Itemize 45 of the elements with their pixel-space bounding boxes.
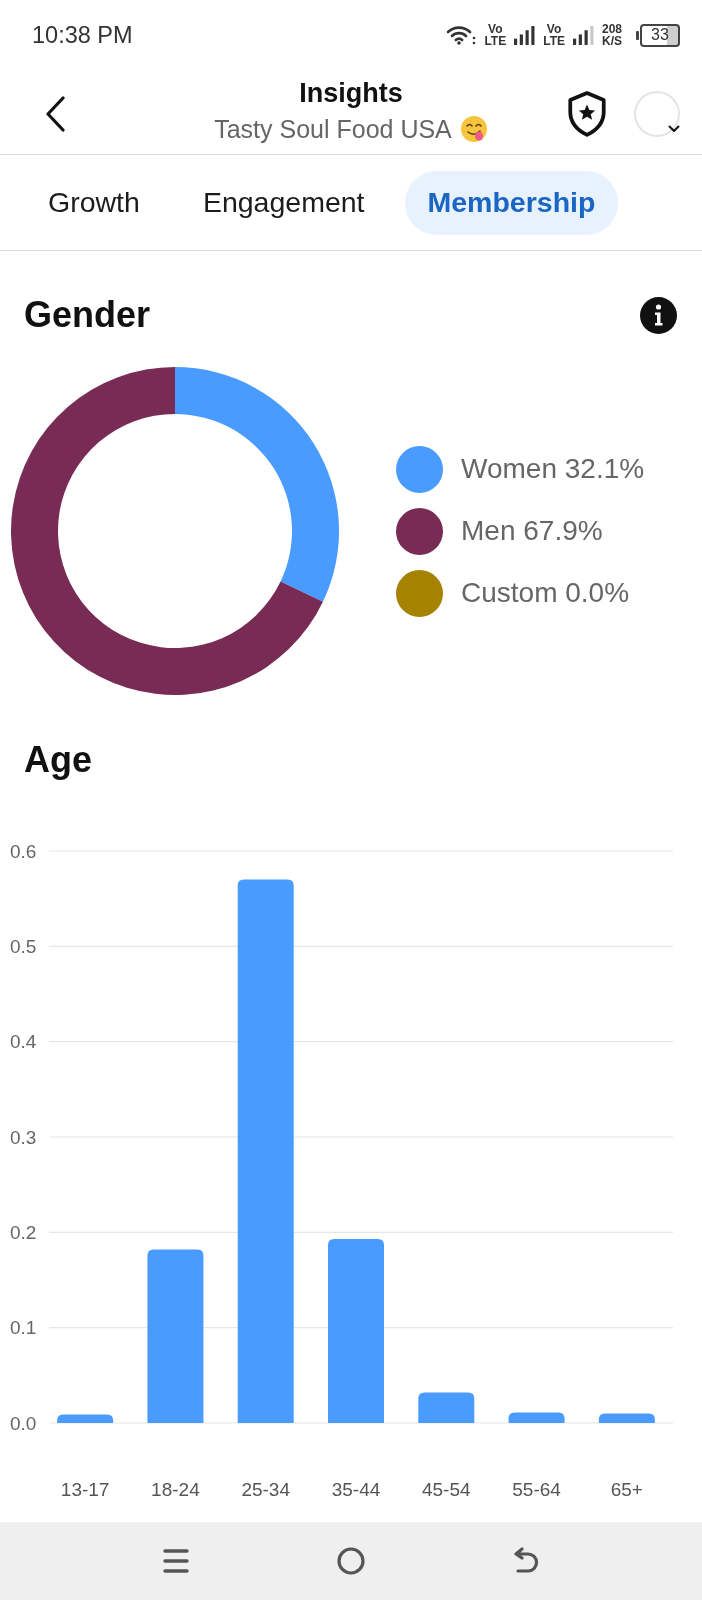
network-type-label: Vo LTE: [543, 23, 565, 47]
axis-category-label: 18-24: [151, 1479, 200, 1500]
shield-star-icon[interactable]: [567, 91, 607, 137]
axis-tick-label: 0.4: [10, 1031, 37, 1053]
info-icon[interactable]: [640, 296, 677, 334]
tab[interactable]: Growth: [25, 170, 163, 235]
axis-category-label: 65+: [610, 1479, 643, 1500]
bar: [508, 1412, 565, 1423]
axis-category-label: 25-34: [241, 1479, 290, 1500]
menu-icon[interactable]: [162, 1548, 189, 1574]
bar: [418, 1392, 475, 1423]
legend-label: Men 67.9%: [461, 515, 603, 547]
page-subtitle: Tasty Soul Food USA: [214, 114, 452, 144]
signal-icon: [572, 25, 594, 45]
bar: [598, 1413, 655, 1423]
legend-label: Custom 0.0%: [461, 577, 630, 609]
tab[interactable]: Engagement: [179, 170, 388, 235]
wifi-icon: [446, 25, 477, 45]
profile-switcher[interactable]: [634, 91, 680, 137]
status-time: 10:38 PM: [32, 21, 133, 49]
back-arrow-icon[interactable]: [513, 1547, 540, 1575]
axis-category-label: 35-44: [331, 1479, 381, 1500]
home-circle-icon[interactable]: [337, 1547, 365, 1575]
network-type-label: Vo LTE: [484, 23, 507, 47]
caret-icon: [668, 125, 680, 133]
smiling-face-icon: [459, 115, 488, 143]
signal-icon: [514, 25, 536, 45]
axis-tick-label: 0.0: [10, 1412, 37, 1434]
axis-category-label: 45-54: [422, 1479, 471, 1500]
tab[interactable]: Membership: [404, 170, 619, 235]
section-heading: Age: [24, 739, 92, 781]
network-speed-label: 208 K/S: [601, 23, 622, 47]
page-title: Insights: [299, 77, 403, 110]
bar: [57, 1414, 114, 1423]
axis-tick-label: 0.1: [10, 1317, 37, 1339]
axis-tick-label: 0.5: [10, 935, 37, 957]
axis-category-label: 13-17: [60, 1479, 110, 1500]
avatar-icon: [634, 91, 680, 137]
back-icon[interactable]: [45, 96, 65, 132]
legend-label: Women 32.1%: [461, 453, 645, 485]
axis-tick-label: 0.3: [10, 1126, 37, 1148]
axis-tick-label: 0.6: [10, 840, 37, 862]
axis-category-label: 55-64: [512, 1479, 561, 1500]
axis-tick-label: 0.2: [10, 1221, 37, 1243]
section-heading: Gender: [24, 294, 151, 336]
